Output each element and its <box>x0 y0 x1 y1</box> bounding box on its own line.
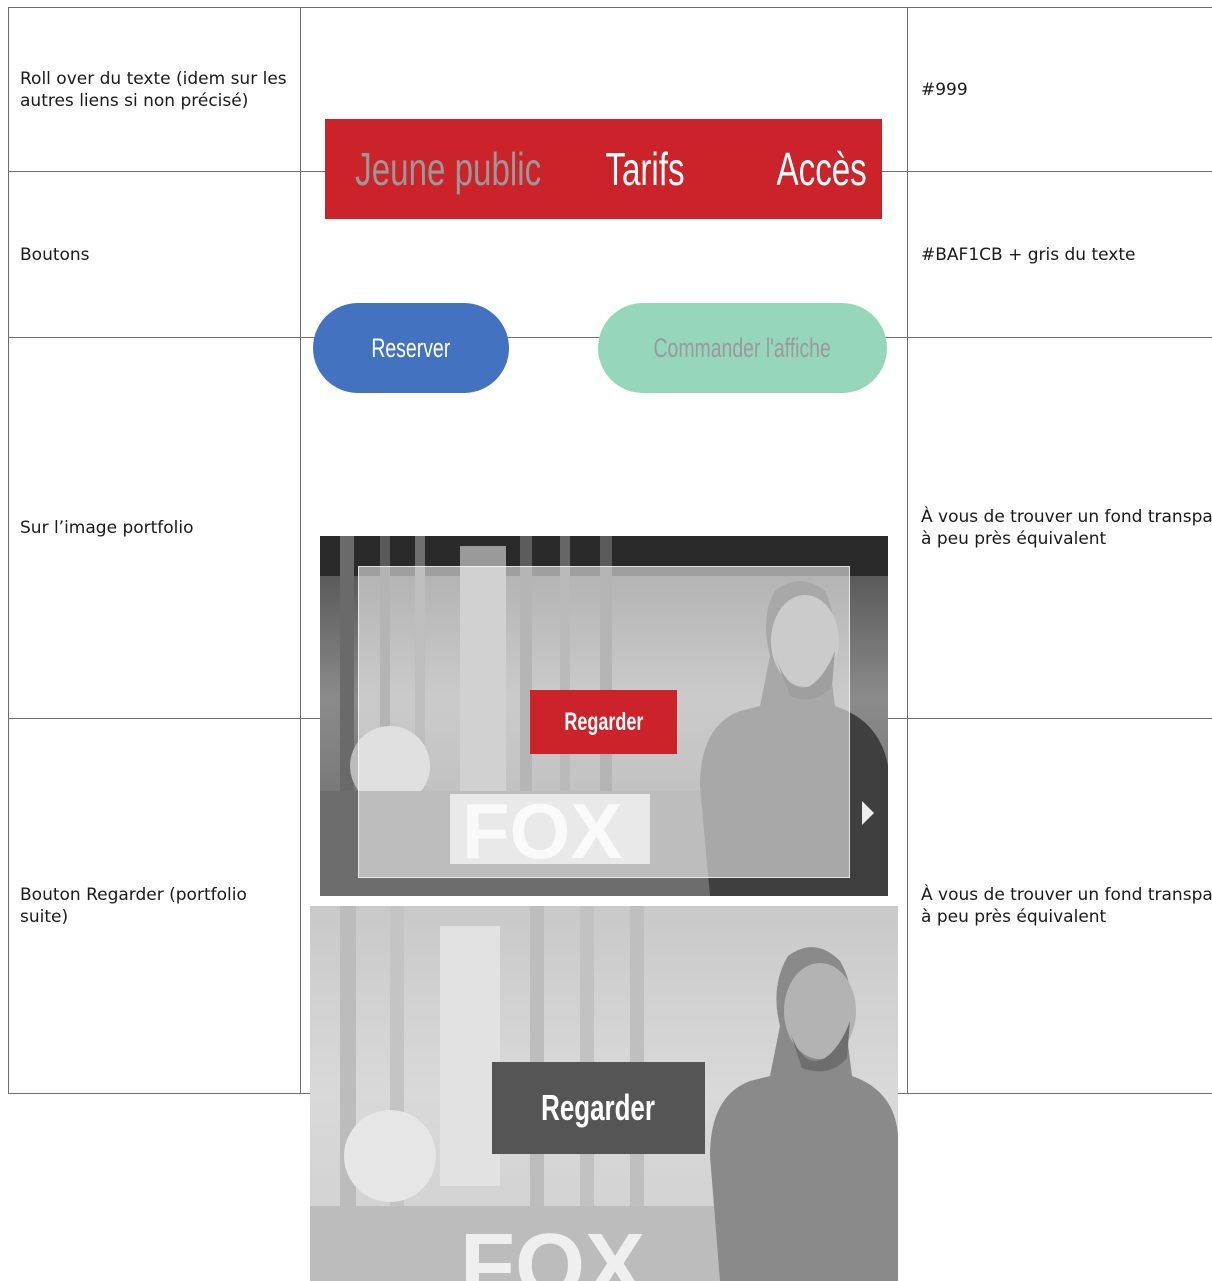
portfolio-image: FOX Regarder <box>310 906 898 1281</box>
spec-table: Roll over du texte (idem sur les autres … <box>8 7 1212 1094</box>
next-arrow-icon[interactable] <box>862 801 874 825</box>
nav-link-acces[interactable]: Accès <box>757 119 887 219</box>
row-label: Sur l’image portfolio <box>9 338 301 719</box>
nav-link-tarifs[interactable]: Tarifs <box>575 119 715 219</box>
portfolio-image: FOX Regarder <box>320 536 888 896</box>
row-label: Boutons <box>9 172 301 338</box>
row-label: Bouton Regarder (portfolio suite) <box>9 719 301 1094</box>
nav-link-jeune-public[interactable]: Jeune public <box>319 119 539 219</box>
spec-row-rollover: Roll over du texte (idem sur les autres … <box>9 8 1212 172</box>
row-note: À vous de trouver un fond transparent à … <box>908 719 1212 1094</box>
row-note: #999 <box>908 8 1212 172</box>
reserver-button[interactable]: Reserver <box>313 303 509 393</box>
spec-row-portfolio: Sur l’image portfolio <box>9 338 1212 719</box>
row-note: #BAF1CB + gris du texte <box>908 172 1212 338</box>
row-preview: FOX Regarder <box>301 338 908 719</box>
fox-sign: FOX <box>460 1216 645 1281</box>
row-label: Roll over du texte (idem sur les autres … <box>9 8 301 172</box>
regarder-button[interactable]: Regarder <box>492 1062 705 1154</box>
commander-affiche-button[interactable]: Commander l'affiche <box>598 303 887 393</box>
row-preview: Jeune public Tarifs Accès <box>301 8 908 172</box>
row-note: À vous de trouver un fond transparent à … <box>908 338 1212 719</box>
regarder-button[interactable]: Regarder <box>530 690 677 754</box>
nav-bar: Jeune public Tarifs Accès <box>325 119 882 219</box>
